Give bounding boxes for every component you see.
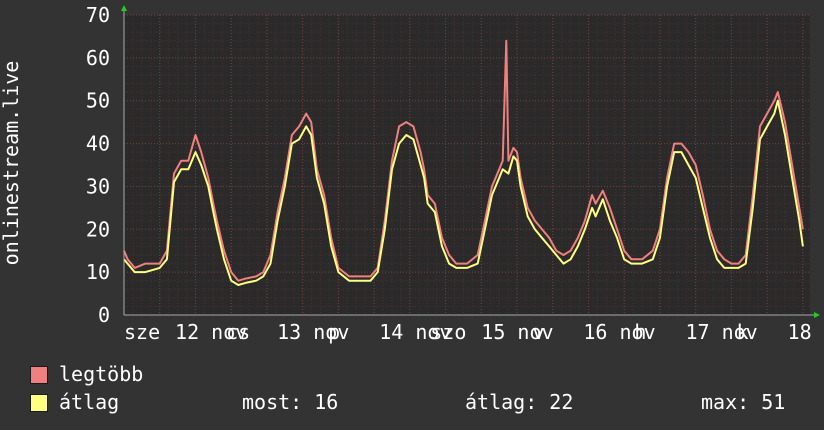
stat-atlag: átlag: 22 [465, 390, 574, 414]
x-tick-label: p [328, 320, 340, 344]
x-tick-label: h [634, 320, 646, 344]
chart-panel: 0 10 20 30 40 50 60 70 sze 12 nov cs 13 nov p 14 nov s… [0, 0, 824, 430]
legend-swatch-legtobb [30, 366, 48, 384]
y-tick-label: 0 [98, 303, 110, 327]
y-axis-title: onlinestream.live [0, 61, 23, 266]
x-tick-label: sze [124, 320, 160, 344]
stat-max: max: 51 [701, 390, 786, 414]
stat-most: most: 16 [242, 390, 339, 414]
x-tick-label: v [532, 320, 544, 344]
legend-label-legtobb: legtöbb [59, 362, 144, 386]
x-tick-label: k [737, 320, 749, 344]
x-tick-label: 18 nov [788, 320, 824, 344]
y-tick-label: 20 [86, 217, 110, 241]
x-tick-label: szo [430, 320, 466, 344]
y-tick-label: 70 [86, 3, 110, 27]
x-tick-label: cs [226, 320, 250, 344]
y-tick-label: 10 [86, 260, 110, 284]
x-axis-arrow [814, 312, 820, 318]
y-tick-label: 60 [86, 46, 110, 70]
legend-swatch-atlag [30, 394, 48, 412]
legend-label-atlag: átlag [59, 390, 120, 414]
y-axis-arrow [121, 5, 127, 11]
y-tick-label: 50 [86, 89, 110, 113]
y-tick-label: 40 [86, 132, 110, 156]
y-tick-label: 30 [86, 174, 110, 198]
line-chart: 010203040506070sze 12 novcs 13 novp 14 novs… [0, 3, 824, 344]
